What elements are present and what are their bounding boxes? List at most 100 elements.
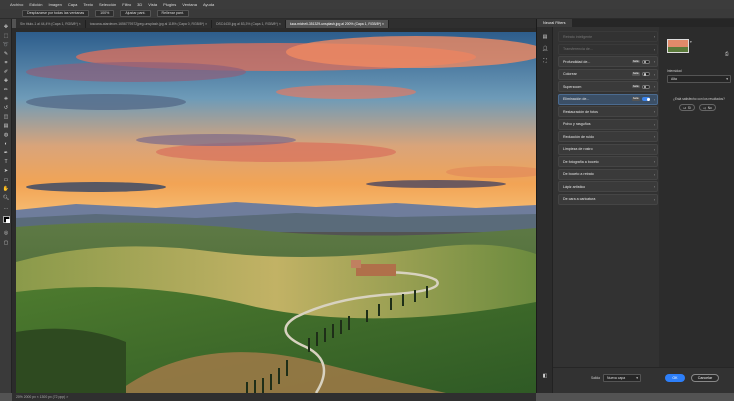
history-brush-tool-icon[interactable]: ↺ xyxy=(2,104,10,111)
filter-item[interactable]: Limpieza de rostro› xyxy=(558,144,658,155)
filter-item[interactable]: Polvo y rasguños› xyxy=(558,119,658,130)
chevron-right-icon: › xyxy=(652,59,657,64)
thumbnail-dropdown-icon[interactable]: ▾ xyxy=(690,40,692,44)
fill-screen-button[interactable]: Rellenar pant. xyxy=(157,10,189,17)
menu-item[interactable]: Archivo xyxy=(10,2,23,7)
filter-toggle[interactable] xyxy=(642,97,650,101)
preview-thumbnail[interactable] xyxy=(667,39,689,53)
filter-item[interactable]: De boceto a retrato› xyxy=(558,169,658,180)
beta-badge: beta xyxy=(632,97,640,101)
filter-label: Polvo y rasguños xyxy=(563,122,652,126)
filter-item[interactable]: Restauración de fotos› xyxy=(558,106,658,117)
compare-icon[interactable]: ◧ xyxy=(541,372,549,380)
filter-label: Retrato inteligente xyxy=(563,35,652,39)
menu-item[interactable]: Texto xyxy=(83,2,93,7)
filter-item[interactable]: Superzoombeta› xyxy=(558,81,658,92)
filter-label: Eliminación de... xyxy=(563,97,632,101)
intensity-select[interactable]: Alta ▾ xyxy=(667,75,731,83)
options-bar: Desplazarse por todas las ventanas 100% … xyxy=(0,9,734,19)
document-canvas[interactable] xyxy=(16,32,536,393)
filter-label: Lápiz artístico xyxy=(563,185,652,189)
feedback-yes-label: Sí xyxy=(688,105,691,111)
filter-item[interactable]: De cara a caricatura› xyxy=(558,194,658,205)
panel-rail: ▤ 👤︎ ⛶ ◧ xyxy=(537,27,553,393)
crop-tool-icon[interactable]: ⌗ xyxy=(2,59,10,66)
output-select[interactable]: Nueva capa ▾ xyxy=(603,374,641,382)
gradient-tool-icon[interactable]: ▤ xyxy=(2,122,10,129)
chevron-right-icon: › xyxy=(652,197,657,202)
stamp-tool-icon[interactable]: ⎈ xyxy=(2,95,10,102)
zoom-tool-icon[interactable]: 🔍︎ xyxy=(2,194,10,201)
filter-item[interactable]: Eliminación de...beta › xyxy=(558,94,658,105)
filter-item[interactable]: Lápiz artístico› xyxy=(558,181,658,192)
path-select-tool-icon[interactable]: ➤ xyxy=(2,167,10,174)
intensity-value: Alta xyxy=(671,77,726,81)
feedback-no-button[interactable]: 👎︎ No xyxy=(699,104,716,111)
filter-label: De boceto a retrato xyxy=(563,172,652,176)
quick-mask-icon[interactable]: ◎ xyxy=(2,229,10,236)
menu-item[interactable]: Edición xyxy=(29,2,42,7)
satisfaction-question: ¿Está satisfecho con los resultados? xyxy=(673,97,725,101)
shape-tool-icon[interactable]: ▭ xyxy=(2,176,10,183)
filter-label: De fotografía a boceto xyxy=(563,160,652,164)
filter-label: Superzoom xyxy=(563,85,632,89)
menu-item[interactable]: Imagen xyxy=(48,2,61,7)
menu-item[interactable]: Ventana xyxy=(182,2,197,7)
filter-label: Restauración de fotos xyxy=(563,110,652,114)
menu-item[interactable]: Plugins xyxy=(163,2,176,7)
fit-screen-button[interactable]: Ajustar pant. xyxy=(120,10,150,17)
healing-tool-icon[interactable]: ✚ xyxy=(2,77,10,84)
quick-select-tool-icon[interactable]: ✎ xyxy=(2,50,10,57)
marquee-tool-icon[interactable]: ⬚ xyxy=(2,32,10,39)
eraser-tool-icon[interactable]: ◫ xyxy=(2,113,10,120)
filter-item[interactable]: Reducción de ruido› xyxy=(558,131,658,142)
screen-mode-icon[interactable]: ▢ xyxy=(2,239,10,246)
move-tool-icon[interactable]: ✥ xyxy=(2,23,10,30)
beta-badge: beta xyxy=(632,60,640,64)
chevron-right-icon: › xyxy=(652,34,657,39)
document-tab[interactable]: luca-micheli-351329-unsplash.jpg al 200%… xyxy=(286,20,389,28)
menu-item[interactable]: Selección xyxy=(99,2,116,7)
eyedropper-tool-icon[interactable]: ✐ xyxy=(2,68,10,75)
zoom-100-button[interactable]: 100% xyxy=(95,10,114,17)
save-preset-icon[interactable]: ⎙ xyxy=(725,51,729,56)
pen-tool-icon[interactable]: ✒ xyxy=(2,149,10,156)
menu-item[interactable]: 3D xyxy=(137,2,142,7)
document-tab[interactable]: DSC4430.jpg al 83,3% (Capa 1, RGB/8*) × xyxy=(212,20,286,28)
ok-button[interactable]: OK xyxy=(665,374,685,382)
filter-item[interactable]: Profundidad de...beta› xyxy=(558,56,658,67)
filter-item[interactable]: De fotografía a boceto› xyxy=(558,156,658,167)
hand-tool-icon[interactable]: ✋ xyxy=(2,185,10,192)
menu-item[interactable]: Vista xyxy=(148,2,157,7)
output-value: Nueva capa xyxy=(607,376,636,380)
filters-icon[interactable]: ⛶ xyxy=(541,57,549,65)
status-bar: 20% 2000 px × 1300 px (72 ppp) > xyxy=(12,393,536,401)
document-tab[interactable]: Sin título-1 al 44,4% (Capa 1, RGB/8*) × xyxy=(16,20,86,28)
feedback-yes-button[interactable]: 👍︎ Sí xyxy=(679,104,695,111)
panel-title: Neural Filters xyxy=(537,19,572,27)
dodge-tool-icon[interactable]: ◐ xyxy=(2,140,10,147)
layers-icon[interactable]: ▤ xyxy=(541,33,549,41)
filter-toggle[interactable] xyxy=(642,60,650,64)
lasso-tool-icon[interactable]: ➰ xyxy=(2,41,10,48)
filter-toggle[interactable] xyxy=(642,85,650,89)
chevron-right-icon: › xyxy=(652,109,657,114)
filter-label: Reducción de ruido xyxy=(563,135,652,139)
filter-item[interactable]: Colorearbeta› xyxy=(558,69,658,80)
person-icon[interactable]: 👤︎ xyxy=(541,45,549,53)
type-tool-icon[interactable]: T xyxy=(2,158,10,165)
menu-item[interactable]: Ayuda xyxy=(203,2,214,7)
scroll-all-windows-button[interactable]: Desplazarse por todas las ventanas xyxy=(22,10,89,17)
cancel-button[interactable]: Cancelar xyxy=(691,374,719,382)
menu-item[interactable]: Capa xyxy=(68,2,78,7)
document-tab[interactable]: toscana-atardecer-1656779572jpeg-unsplas… xyxy=(86,20,212,28)
brush-tool-icon[interactable]: ✏ xyxy=(2,86,10,93)
beta-badge: beta xyxy=(632,85,640,89)
more-tools-icon[interactable]: ··· xyxy=(2,205,10,212)
color-swatches-icon[interactable] xyxy=(2,216,10,223)
blur-tool-icon[interactable]: ◍ xyxy=(2,131,10,138)
menu-item[interactable]: Filtro xyxy=(122,2,131,7)
chevron-right-icon: › xyxy=(652,147,657,152)
chevron-right-icon: › xyxy=(652,97,657,102)
filter-toggle[interactable] xyxy=(642,72,650,76)
